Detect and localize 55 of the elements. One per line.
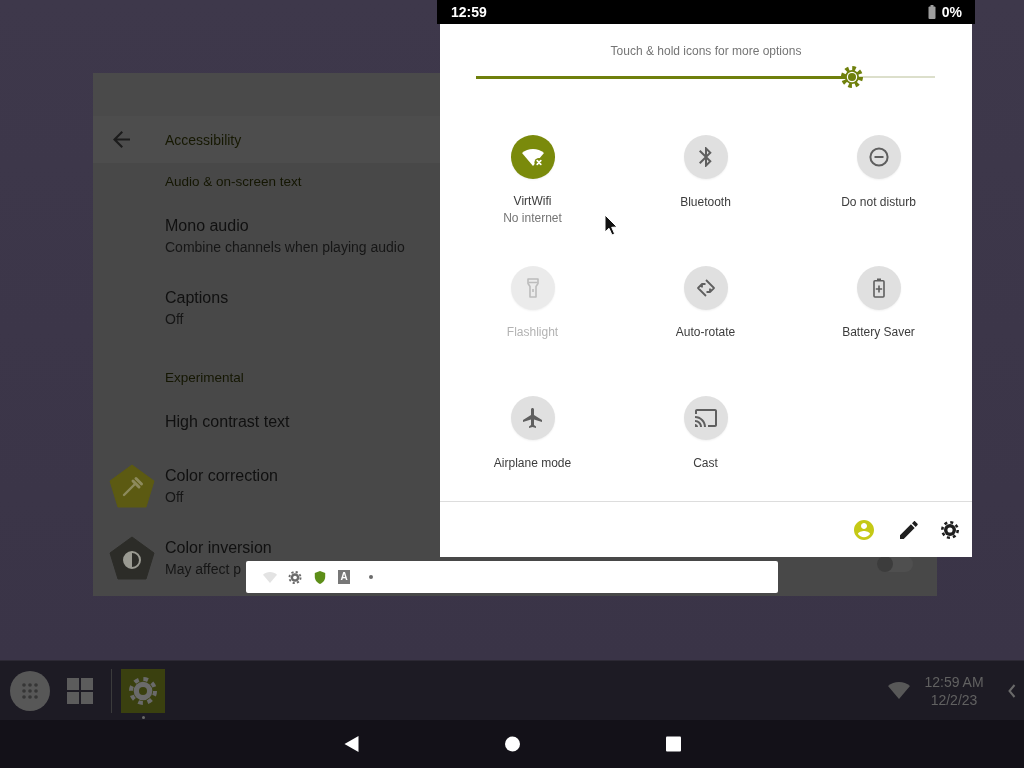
battery-percent: 0% — [941, 4, 962, 20]
setting-title: Color inversion — [165, 537, 272, 558]
toggle-tile[interactable] — [683, 135, 728, 179]
clock-date[interactable]: 12/2/23 — [930, 690, 978, 709]
tile-status: No internet — [503, 210, 562, 227]
recents-icon[interactable] — [665, 736, 681, 752]
airplane-icon — [521, 408, 544, 428]
section-header: Experimental — [165, 370, 244, 385]
sun-thumb-icon[interactable] — [841, 66, 864, 88]
tile-label: Auto-rotate — [675, 324, 736, 341]
toggle-tile[interactable] — [510, 135, 555, 179]
clock-time[interactable]: 12:59 AM — [924, 672, 984, 691]
rotate-icon — [694, 277, 717, 298]
app-drawer-button[interactable] — [10, 670, 50, 711]
tile-label: Airplane mode — [493, 454, 572, 472]
settings-icon[interactable] — [941, 520, 959, 539]
cast-icon — [694, 408, 717, 428]
toggle-tile[interactable] — [683, 265, 728, 310]
section-header: Audio & on-screen text — [165, 174, 302, 189]
toggle-tile[interactable] — [683, 396, 728, 440]
setting-title: Captions — [165, 287, 229, 308]
edit-icon[interactable] — [899, 520, 918, 539]
toggle-tile[interactable] — [856, 265, 901, 310]
setting-title: Mono audio — [165, 215, 249, 236]
tile-label: VirtWifi — [513, 193, 552, 210]
setting-title: High contrast text — [165, 412, 290, 432]
grid-icon[interactable] — [67, 677, 93, 704]
mouse-cursor-icon — [604, 214, 618, 236]
settings-app-button[interactable] — [121, 668, 165, 713]
input-method-badge: A — [338, 570, 350, 584]
gear-icon — [288, 570, 302, 584]
home-icon[interactable] — [504, 736, 520, 752]
tile-label: Do not disturb — [841, 193, 916, 211]
tile-label: Bluetooth — [680, 193, 731, 211]
status-time: 12:59 — [451, 4, 487, 20]
dots-grid-icon — [22, 682, 38, 699]
brightness-slider[interactable] — [476, 67, 935, 87]
shield-icon — [313, 570, 327, 584]
minus-circle-icon — [867, 147, 890, 167]
wifi-off-icon — [521, 146, 544, 167]
back-icon[interactable] — [343, 736, 359, 752]
wifi-icon[interactable] — [888, 682, 910, 699]
chevron-left-icon[interactable] — [1008, 683, 1016, 698]
tile-label: Battery Saver — [842, 324, 915, 341]
hint-text: Touch & hold icons for more options — [609, 43, 803, 59]
toggle-tile[interactable] — [510, 396, 555, 440]
gear-icon — [129, 676, 157, 705]
tile-label: Flashlight — [506, 324, 559, 341]
toggle-tile[interactable] — [856, 135, 901, 179]
dot-icon — [369, 575, 373, 579]
wifi-icon — [263, 570, 277, 584]
setting-title: Color correction — [165, 465, 278, 486]
page-title: Accessibility — [165, 130, 242, 149]
tile-label: Cast — [693, 454, 718, 472]
battery-icon — [927, 5, 936, 19]
